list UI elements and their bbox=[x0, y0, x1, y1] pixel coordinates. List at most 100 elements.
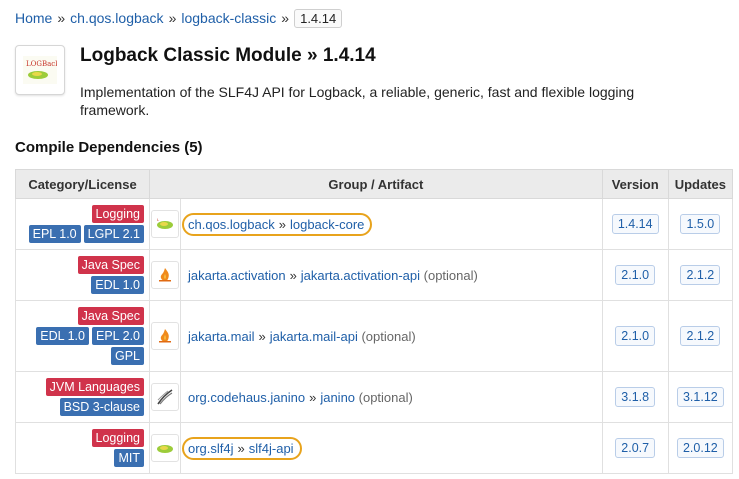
breadcrumb: Home » ch.qos.logback » logback-classic … bbox=[15, 8, 343, 28]
update-link[interactable]: 2.0.12 bbox=[676, 438, 724, 458]
category-license-cell: Java Spec EDL 1.0 EPL 2.0 GPL bbox=[15, 300, 150, 372]
breadcrumb-group-link[interactable]: ch.qos.logback bbox=[70, 10, 163, 26]
breadcrumb-current-version: 1.4.14 bbox=[294, 8, 343, 28]
breadcrumb-artifact-link[interactable]: logback-classic bbox=[181, 10, 276, 26]
artifact-icon-cell bbox=[149, 371, 181, 423]
logo-lettering: LOGBack bbox=[26, 60, 57, 68]
license-badge[interactable]: BSD 3-clause bbox=[59, 398, 144, 416]
artifact-text: org.codehaus.janino » janino bbox=[188, 390, 355, 405]
group-artifact-cell: jakarta.activation» jakarta.activation-ap… bbox=[180, 249, 603, 301]
column-header-updates: Updates bbox=[667, 169, 734, 199]
page-title: Logback Classic Module » 1.4.14 bbox=[80, 45, 376, 66]
janino-icon[interactable] bbox=[151, 383, 179, 411]
badge-line: Logging bbox=[16, 429, 144, 447]
dependency-row: Java Spec EDL 1.0 EPL 2.0 GPL jakarta.mail» j… bbox=[15, 300, 734, 372]
breadcrumb-home-link[interactable]: Home bbox=[15, 10, 52, 26]
version-cell: 3.1.8 bbox=[601, 371, 669, 423]
version-cell: 2.0.7 bbox=[601, 422, 669, 474]
version-cell: 2.1.0 bbox=[601, 249, 669, 301]
artifact-text: jakarta.mail » jakarta.mail-api bbox=[188, 329, 358, 344]
highlight-outline: ch.qos.logback» logback-core bbox=[182, 212, 373, 236]
artifact-link[interactable]: janino bbox=[320, 390, 355, 405]
badge-line: EPL 1.0 LGPL 2.1 bbox=[16, 225, 144, 243]
optional-label: (optional) bbox=[357, 328, 416, 344]
dependency-row: JVM Languages BSD 3-clause org.codehaus.ja… bbox=[15, 371, 734, 423]
group-link[interactable]: org.slf4j bbox=[188, 441, 234, 456]
separator-arrow: » bbox=[258, 328, 266, 344]
logback-icon[interactable]: L bbox=[151, 210, 179, 238]
artifact-link[interactable]: jakarta.mail-api bbox=[270, 329, 358, 344]
separator-arrow: » bbox=[237, 440, 245, 456]
artifact-text: jakarta.activation» jakarta.activation-ap… bbox=[188, 268, 420, 283]
artifact-link[interactable]: jakarta.activation-api bbox=[301, 268, 420, 283]
version-cell: 2.1.0 bbox=[601, 300, 669, 372]
page-description: Implementation of the SLF4J API for Logb… bbox=[80, 84, 635, 118]
breadcrumb-separator: » bbox=[281, 10, 290, 26]
version-link[interactable]: 2.0.7 bbox=[615, 438, 656, 458]
category-badge[interactable]: Java Spec bbox=[77, 256, 144, 274]
group-artifact-cell: org.slf4j» slf4j-api bbox=[180, 422, 603, 474]
badge-line: JVM Languages bbox=[16, 378, 144, 396]
artifact-icon-cell bbox=[149, 249, 181, 301]
group-link[interactable]: org.codehaus.janino bbox=[188, 390, 305, 405]
category-badge[interactable]: Logging bbox=[91, 205, 144, 223]
license-badge[interactable]: EDL 1.0 bbox=[36, 327, 89, 345]
slf4j-icon[interactable] bbox=[151, 434, 179, 462]
update-link[interactable]: 1.5.0 bbox=[680, 214, 721, 234]
badge-line: GPL bbox=[16, 347, 144, 365]
dependency-row: Java Spec EDL 1.0 jakarta.activation» jakar… bbox=[15, 249, 734, 301]
artifact-link[interactable]: slf4j-api bbox=[249, 441, 294, 456]
artifact-icon-cell bbox=[149, 300, 181, 372]
column-header-version: Version bbox=[601, 169, 669, 199]
artifact-icon-cell bbox=[149, 422, 181, 474]
version-link[interactable]: 2.1.0 bbox=[615, 326, 656, 346]
dependency-row: Logging EPL 1.0 LGPL 2.1 Lch.qos.logback» lo… bbox=[15, 198, 734, 250]
breadcrumb-separator: » bbox=[168, 10, 177, 26]
group-artifact-cell: ch.qos.logback» logback-core bbox=[180, 198, 603, 250]
group-artifact-cell: org.codehaus.janino » janino (optional) bbox=[180, 371, 603, 423]
group-link[interactable]: ch.qos.logback bbox=[188, 217, 275, 232]
category-badge[interactable]: Java Spec bbox=[77, 307, 144, 325]
badge-line: Logging bbox=[16, 205, 144, 223]
version-link[interactable]: 3.1.8 bbox=[615, 387, 656, 407]
license-badge[interactable]: LGPL 2.1 bbox=[83, 225, 144, 243]
column-header-artifact: Group / Artifact bbox=[149, 169, 603, 199]
license-badge[interactable]: EPL 1.0 bbox=[28, 225, 81, 243]
jakarta-flame-icon[interactable] bbox=[151, 261, 179, 289]
highlight-outline: org.slf4j» slf4j-api bbox=[182, 436, 302, 460]
group-link[interactable]: jakarta.mail bbox=[188, 329, 254, 344]
update-link[interactable]: 2.1.2 bbox=[680, 326, 721, 346]
category-badge[interactable]: Logging bbox=[91, 429, 144, 447]
section-title: Compile Dependencies (5) bbox=[15, 139, 203, 156]
artifact-link[interactable]: logback-core bbox=[290, 217, 364, 232]
update-link[interactable]: 3.1.12 bbox=[676, 387, 724, 407]
badge-line: MIT bbox=[16, 449, 144, 467]
svg-text:L: L bbox=[157, 217, 160, 222]
badge-line: Java Spec bbox=[16, 307, 144, 325]
group-link[interactable]: jakarta.activation bbox=[188, 268, 286, 283]
group-artifact-cell: jakarta.mail » jakarta.mail-api (optional) bbox=[180, 300, 603, 372]
table-header-row: Category/License Group / Artifact Versio… bbox=[15, 169, 734, 199]
license-badge[interactable]: EDL 1.0 bbox=[91, 276, 144, 294]
license-badge[interactable]: MIT bbox=[114, 449, 144, 467]
logback-logo: LOGBack bbox=[15, 45, 65, 95]
version-cell: 1.4.14 bbox=[601, 198, 669, 250]
version-link[interactable]: 2.1.0 bbox=[615, 265, 656, 285]
version-link[interactable]: 1.4.14 bbox=[611, 214, 659, 234]
update-cell: 1.5.0 bbox=[667, 198, 734, 250]
category-license-cell: Java Spec EDL 1.0 bbox=[15, 249, 150, 301]
separator-arrow: » bbox=[309, 389, 317, 405]
column-header-category: Category/License bbox=[15, 169, 150, 199]
update-cell: 3.1.12 bbox=[667, 371, 734, 423]
update-cell: 2.1.2 bbox=[667, 300, 734, 372]
badge-line: EDL 1.0 EPL 2.0 bbox=[16, 327, 144, 345]
update-link[interactable]: 2.1.2 bbox=[680, 265, 721, 285]
license-badge[interactable]: EPL 2.0 bbox=[91, 327, 144, 345]
license-badge[interactable]: GPL bbox=[110, 347, 144, 365]
category-badge[interactable]: JVM Languages bbox=[45, 378, 144, 396]
jakarta-flame-icon[interactable] bbox=[151, 322, 179, 350]
dependency-row: Logging MIT org.slf4j» slf4j-api 2.0.7 2.0.12 bbox=[15, 422, 734, 474]
category-license-cell: JVM Languages BSD 3-clause bbox=[15, 371, 150, 423]
artifact-icon-cell: L bbox=[149, 198, 181, 250]
separator-arrow: » bbox=[278, 216, 286, 232]
